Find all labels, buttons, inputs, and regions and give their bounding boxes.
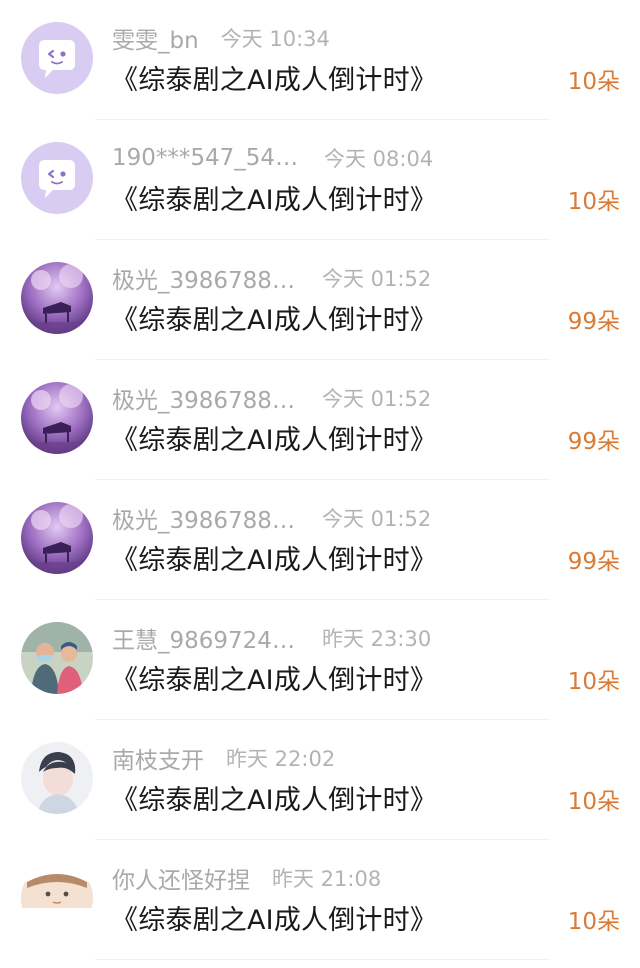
timestamp: 昨天 22:02 xyxy=(226,747,336,771)
user-name[interactable]: 你人还怪好捏 xyxy=(112,861,250,895)
book-title: 《综泰剧之AI成人倒计时》 xyxy=(111,185,438,216)
avatar[interactable] xyxy=(21,22,93,94)
list-item[interactable]: 极光_39867886... 今天 01:52 《综泰剧之AI成人倒计时》 99… xyxy=(0,360,640,480)
list-item[interactable]: 南枝支开 昨天 22:02 《综泰剧之AI成人倒计时》 10朵 xyxy=(0,720,640,840)
gift-record-list: 雯雯_bn 今天 10:34 《综泰剧之AI成人倒计时》 10朵 190***5… xyxy=(0,0,640,960)
list-item[interactable]: 极光_39867886... 今天 01:52 《综泰剧之AI成人倒计时》 99… xyxy=(0,240,640,360)
timestamp: 今天 01:52 xyxy=(322,387,432,411)
avatar[interactable] xyxy=(21,502,93,574)
book-title: 《综泰剧之AI成人倒计时》 xyxy=(111,665,438,696)
user-name[interactable]: 极光_39867886... xyxy=(112,501,300,535)
book-title: 《综泰剧之AI成人倒计时》 xyxy=(111,425,438,456)
gift-amount: 10朵 xyxy=(567,909,620,935)
list-item[interactable]: 极光_39867886... 今天 01:52 《综泰剧之AI成人倒计时》 99… xyxy=(0,480,640,600)
gift-amount: 10朵 xyxy=(567,69,620,95)
user-name[interactable]: 雯雯_bn xyxy=(112,21,199,55)
timestamp: 今天 08:04 xyxy=(324,147,434,171)
list-item[interactable]: 雯雯_bn 今天 10:34 《综泰剧之AI成人倒计时》 10朵 xyxy=(0,0,640,120)
item-meta: 南枝支开 昨天 22:02 xyxy=(112,742,335,774)
purple-piano-avatar-icon xyxy=(21,382,93,454)
timestamp: 昨天 21:08 xyxy=(272,867,382,891)
timestamp: 今天 01:52 xyxy=(322,507,432,531)
user-name[interactable]: 南枝支开 xyxy=(112,741,204,775)
user-name[interactable]: 王慧_98697241... xyxy=(112,621,300,655)
purple-piano-avatar-icon xyxy=(21,502,93,574)
family-photo-avatar-icon xyxy=(21,622,93,694)
gift-amount: 10朵 xyxy=(567,789,620,815)
gift-amount: 99朵 xyxy=(567,309,620,335)
timestamp: 今天 01:52 xyxy=(322,267,432,291)
cartoon-avatar-icon xyxy=(21,862,93,934)
chat-bubble-avatar-icon xyxy=(21,22,93,94)
user-name[interactable]: 极光_39867886... xyxy=(112,261,300,295)
book-title: 《综泰剧之AI成人倒计时》 xyxy=(111,545,438,576)
gift-amount: 99朵 xyxy=(567,429,620,455)
portrait-avatar-icon xyxy=(21,742,93,814)
gift-amount: 10朵 xyxy=(567,189,620,215)
item-meta: 你人还怪好捏 昨天 21:08 xyxy=(112,862,381,894)
book-title: 《综泰剧之AI成人倒计时》 xyxy=(111,65,438,96)
timestamp: 今天 10:34 xyxy=(220,27,330,51)
divider xyxy=(95,959,550,960)
avatar[interactable] xyxy=(21,382,93,454)
avatar[interactable] xyxy=(21,142,93,214)
item-meta: 王慧_98697241... 昨天 23:30 xyxy=(112,622,431,654)
purple-piano-avatar-icon xyxy=(21,262,93,334)
list-item[interactable]: 你人还怪好捏 昨天 21:08 《综泰剧之AI成人倒计时》 10朵 xyxy=(0,840,640,960)
avatar[interactable] xyxy=(21,742,93,814)
list-item[interactable]: 王慧_98697241... 昨天 23:30 《综泰剧之AI成人倒计时》 10… xyxy=(0,600,640,720)
avatar[interactable] xyxy=(21,622,93,694)
user-name[interactable]: 极光_39867886... xyxy=(112,381,300,415)
item-meta: 极光_39867886... 今天 01:52 xyxy=(112,502,431,534)
timestamp: 昨天 23:30 xyxy=(322,627,432,651)
item-meta: 190***547_543... 今天 08:04 xyxy=(112,142,433,174)
item-meta: 极光_39867886... 今天 01:52 xyxy=(112,382,431,414)
avatar[interactable] xyxy=(21,262,93,334)
item-meta: 极光_39867886... 今天 01:52 xyxy=(112,262,431,294)
list-item[interactable]: 190***547_543... 今天 08:04 《综泰剧之AI成人倒计时》 … xyxy=(0,120,640,240)
avatar[interactable] xyxy=(21,862,93,934)
book-title: 《综泰剧之AI成人倒计时》 xyxy=(111,305,438,336)
book-title: 《综泰剧之AI成人倒计时》 xyxy=(111,785,438,816)
item-meta: 雯雯_bn 今天 10:34 xyxy=(112,22,330,54)
gift-amount: 99朵 xyxy=(567,549,620,575)
chat-bubble-avatar-icon xyxy=(21,142,93,214)
gift-amount: 10朵 xyxy=(567,669,620,695)
book-title: 《综泰剧之AI成人倒计时》 xyxy=(111,905,438,936)
user-name[interactable]: 190***547_543... xyxy=(112,145,302,171)
